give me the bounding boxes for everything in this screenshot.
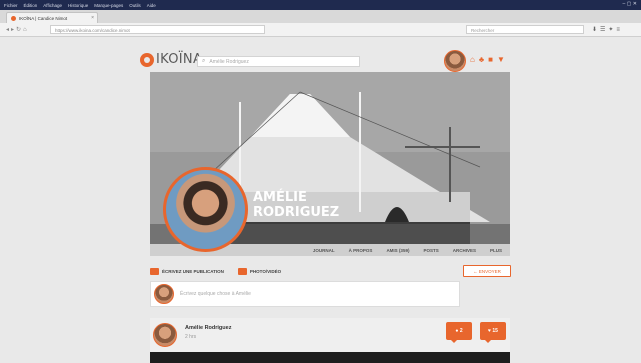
composer-box[interactable]: Écrivez quelque chose à Amélie [150,281,460,307]
browser-search-input[interactable]: Rechercher [466,25,584,34]
pencil-icon [150,268,159,275]
browser-extension-icons[interactable]: ⬇☰✦≡ [592,26,623,33]
profile-last-name: RODRIGUEZ [253,205,340,220]
home-icon[interactable]: ⌂ [470,55,475,64]
search-icon: ⌕ [202,58,206,64]
site-search-placeholder: Amélie Rodriguez [209,58,249,65]
browser-tabbar: IKOÏNA | Candice Nimot × [0,10,641,23]
tab-posts[interactable]: POSTS [423,248,438,253]
message-icon[interactable]: ■ [488,55,493,64]
photo-video-label: PHOTO/VIDÉO [249,269,282,274]
browser-tab[interactable]: IKOÏNA | Candice Nimot × [6,12,98,23]
bell-icon[interactable]: ♣ [479,55,484,64]
comment-count-badge[interactable]: ● 2 [446,322,472,343]
menu-history[interactable]: Historique [68,3,88,8]
menu-edit[interactable]: Édition [24,3,38,8]
nav-buttons[interactable]: ◂▸↻⌂ [6,26,29,33]
user-avatar[interactable] [444,50,466,72]
menu-bookmarks[interactable]: Marque-pages [94,3,123,8]
tab-journal[interactable]: JOURNAL [313,248,335,253]
browser-toolbar: ◂▸↻⌂ https://www.ikoina.com/candice.nimo… [0,23,641,37]
site-logo[interactable]: IKOÏNA [140,52,202,67]
write-post-label: ÉCRIVEZ UNE PUBLICATION [162,269,224,274]
composer-tabs: ÉCRIVEZ UNE PUBLICATION PHOTO/VIDÉO [150,265,460,278]
profile-first-name: AMÉLIE [253,190,307,205]
camera-icon [237,268,247,275]
address-bar[interactable]: https://www.ikoina.com/candice.nimot [50,25,265,34]
composer-input[interactable]: Écrivez quelque chose à Amélie [180,291,251,297]
tab-friends[interactable]: AMIS (359) [386,248,409,253]
write-post-tab[interactable]: ÉCRIVEZ UNE PUBLICATION [150,268,224,275]
post-timestamp: 2 hrs [185,334,197,340]
os-menubar: Fichier Édition Affichage Historique Mar… [0,0,641,10]
tab-about[interactable]: À PROPOS [349,248,373,253]
tab-archives[interactable]: ARCHIVES [453,248,476,253]
site-search-input[interactable]: ⌕ Amélie Rodriguez [197,56,360,67]
site-header: IKOÏNA ⌕ Amélie Rodriguez ⌂ ♣ ■ ▼ [0,42,641,72]
tab-more[interactable]: PLUS [490,248,502,253]
logo-text: IKOÏNA [156,52,203,67]
send-label: ← ENVOYER [473,268,501,274]
menu-tools[interactable]: Outils [129,3,141,8]
menu-help[interactable]: Aide [147,3,156,8]
post-avatar[interactable] [153,323,177,347]
feed-post: Amélie Rodriguez 2 hrs ● 2 ♥ 15 [150,318,510,363]
tab-title: IKOÏNA | Candice Nimot [19,15,68,21]
header-icons: ⌂ ♣ ■ ▼ [470,55,505,64]
send-button[interactable]: ← ENVOYER [463,265,511,277]
window-controls[interactable]: – ▢ ✕ [623,1,637,7]
filter-icon[interactable]: ▼ [497,55,505,64]
photo-video-tab[interactable]: PHOTO/VIDÉO [237,268,282,275]
composer-avatar [154,284,174,304]
close-icon[interactable]: × [91,15,94,21]
like-count-badge[interactable]: ♥ 15 [480,322,506,343]
profile-photo[interactable] [163,167,248,252]
comment-count: 2 [459,328,463,334]
profile-name: AMÉLIE RODRIGUEZ [253,190,339,220]
post-image[interactable] [150,352,510,363]
like-count: 15 [492,328,498,334]
menu-file[interactable]: Fichier [4,3,18,8]
post-author[interactable]: Amélie Rodriguez [185,325,231,331]
logo-icon [140,52,154,67]
favicon-icon [11,15,16,21]
menu-view[interactable]: Affichage [43,3,62,8]
